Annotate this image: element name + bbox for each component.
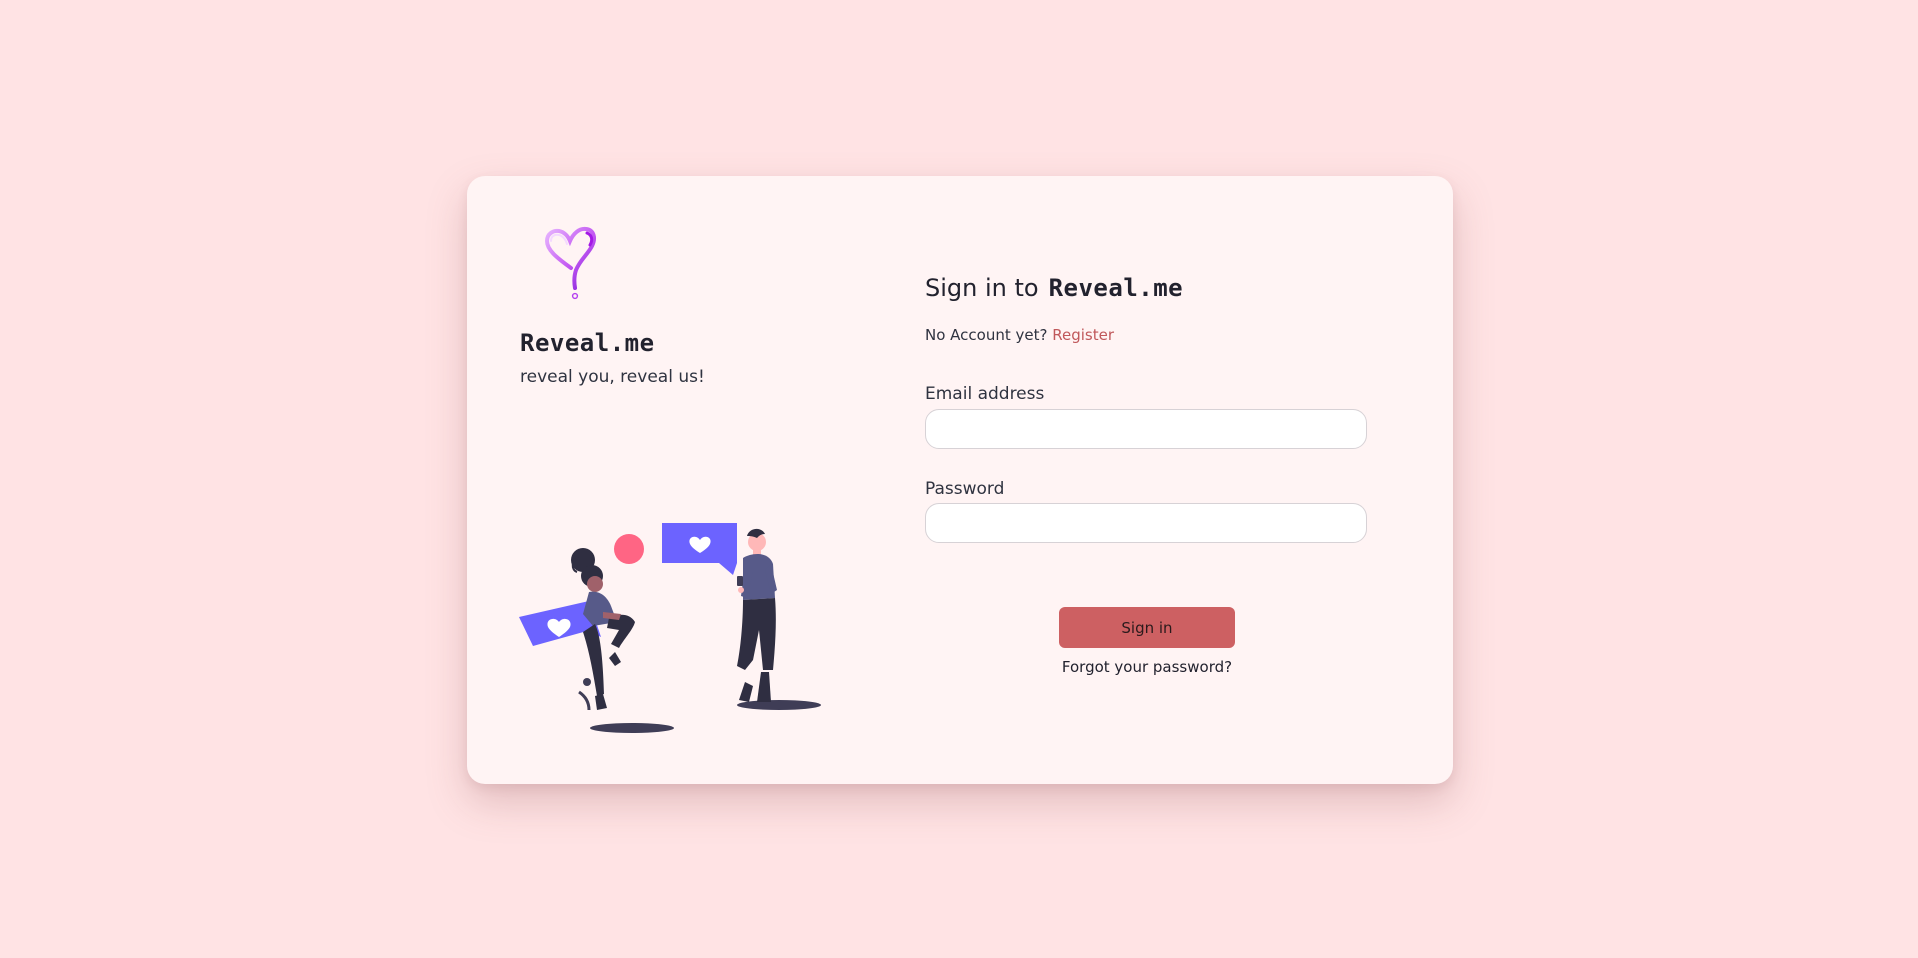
signin-title: Sign in to Reveal.me [925,274,1183,302]
no-account-text: No Account yet? Register [925,326,1114,344]
brand-tagline: reveal you, reveal us! [520,367,705,387]
register-link[interactable]: Register [1052,326,1114,344]
email-label: Email address [925,384,1045,404]
no-account-label: No Account yet? [925,326,1048,344]
password-field[interactable] [925,503,1367,543]
sign-in-button[interactable]: Sign in [1059,607,1235,648]
right-speech-bubble-icon [662,523,737,575]
signin-form-panel: Sign in to Reveal.me No Account yet? Regi… [925,176,1395,784]
brand-panel: Reveal.me reveal you, reveal us! [467,176,867,784]
couple-chat-illustration [519,523,821,733]
email-field[interactable] [925,409,1367,449]
brand-title: Reveal.me [520,329,655,357]
signin-title-brand: Reveal.me [1048,274,1184,302]
heart-question-mark-icon [544,226,596,300]
password-label: Password [925,479,1005,499]
forgot-password-link[interactable]: Forgot your password? [1059,658,1235,676]
signin-title-prefix: Sign in to [925,274,1039,302]
man-figure [737,528,777,702]
signin-card: Reveal.me reveal you, reveal us! Sign in… [467,176,1453,784]
